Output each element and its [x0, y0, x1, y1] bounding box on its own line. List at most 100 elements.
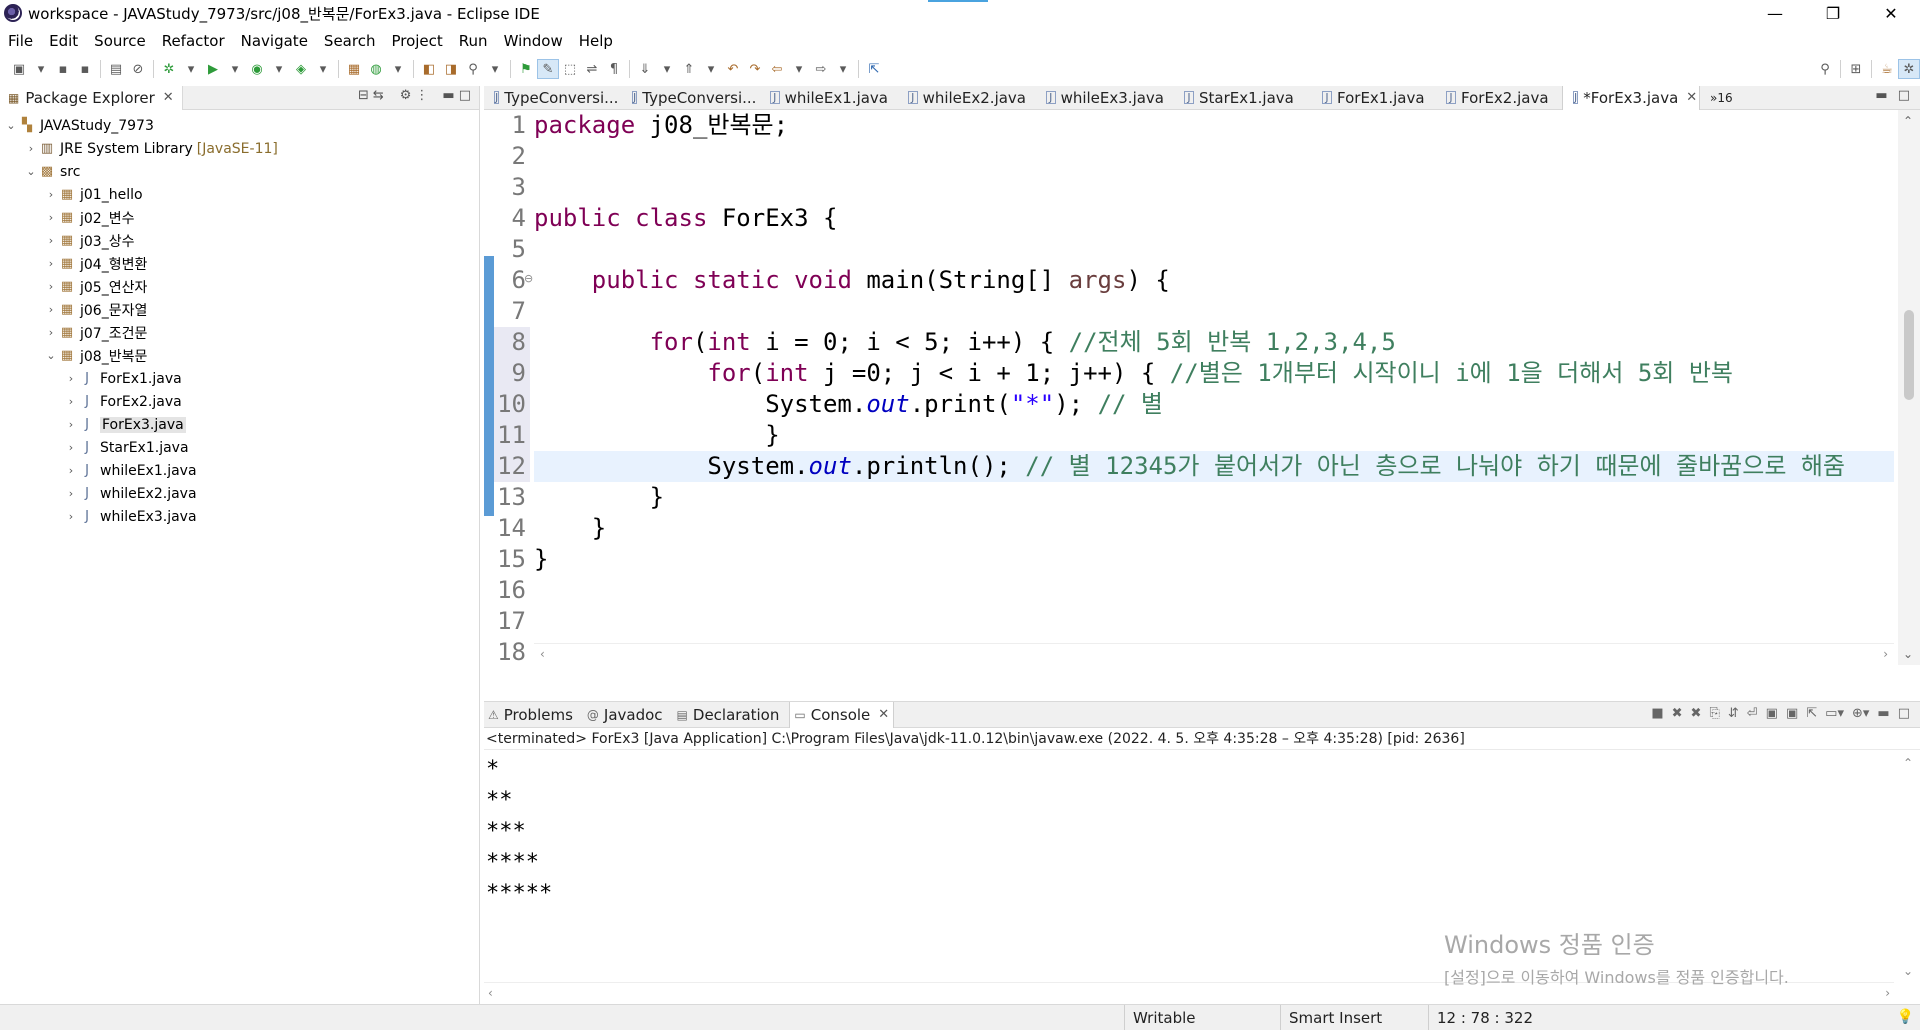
word-wrap-icon[interactable]: ⇌ [581, 59, 603, 79]
editor-tab[interactable]: JwhileEx1.java [760, 86, 898, 110]
code-line-5[interactable] [534, 234, 1894, 265]
run-icon[interactable]: ▶ [202, 59, 224, 79]
save-icon[interactable]: ▪ [52, 59, 74, 79]
close-icon[interactable]: ✕ [1686, 90, 1697, 105]
tree-package[interactable]: › ▦ j03_상수 [0, 229, 479, 252]
console-output[interactable]: * ** *** **** ***** [484, 750, 1920, 909]
code-line-13[interactable]: } [534, 482, 1894, 513]
block-selection-icon[interactable]: ⬚ [559, 59, 581, 79]
scroll-down-icon[interactable]: ⌄ [1903, 647, 1913, 661]
tree-file[interactable]: › J whileEx3.java [0, 505, 479, 528]
maximize-view-icon[interactable]: □ [1898, 88, 1910, 103]
tree-src[interactable]: ⌄ ▩ src [0, 160, 479, 183]
editor-tab[interactable]: J TypeConversi... [622, 86, 760, 110]
restore-button[interactable]: ❐ [1804, 0, 1862, 26]
menu-edit[interactable]: Edit [41, 32, 86, 50]
editor-vertical-scrollbar[interactable]: ⌃ ⌄ [1898, 110, 1920, 665]
chevron-right-icon[interactable]: › [44, 234, 58, 247]
search-icon[interactable]: ⚲ [1814, 59, 1836, 79]
search-tool-icon[interactable]: ⚲ [462, 59, 484, 79]
code-line-16[interactable] [534, 575, 1894, 606]
menu-window[interactable]: Window [496, 32, 571, 50]
editor-tab[interactable]: J TypeConversi... [484, 86, 622, 110]
code-line-14[interactable]: } [534, 513, 1894, 544]
editor-tab-active[interactable]: J *ForEx3.java ✕ [1562, 85, 1700, 110]
chevron-right-icon[interactable]: › [64, 372, 78, 385]
maximize-view-icon[interactable]: □ [1898, 706, 1910, 721]
menu-source[interactable]: Source [86, 32, 154, 50]
code-line-3[interactable] [534, 172, 1894, 203]
debug-perspective-icon[interactable]: ✲ [1898, 59, 1920, 79]
open-console-icon[interactable]: ⊕▾ [1852, 706, 1869, 721]
chevron-down-icon[interactable]: ⌄ [24, 165, 38, 178]
code-line-4[interactable]: public class ForEx3 { [534, 203, 1894, 234]
chevron-right-icon[interactable]: › [24, 142, 38, 155]
mark-occurrences-icon[interactable]: ✎ [537, 59, 559, 79]
scroll-left-icon[interactable]: ‹ [488, 986, 493, 1000]
menu-refactor[interactable]: Refactor [154, 32, 233, 50]
editor-tab[interactable]: J ForEx1.java [1312, 86, 1436, 110]
chevron-right-icon[interactable]: › [44, 303, 58, 316]
new-class-icon[interactable]: ◍ [365, 59, 387, 79]
chevron-right-icon[interactable]: › [64, 395, 78, 408]
chevron-down-icon[interactable]: ⌄ [44, 349, 58, 362]
remove-launch-icon[interactable]: ✖ [1672, 706, 1683, 721]
chevron-right-icon[interactable]: › [44, 188, 58, 201]
terminate-icon[interactable]: ■ [1651, 706, 1663, 721]
chevron-right-icon[interactable]: › [64, 441, 78, 454]
save-all-icon[interactable]: ▪ [74, 59, 96, 79]
collapse-all-icon[interactable]: ⊟ [358, 88, 369, 103]
run-dropdown-icon[interactable]: ▾ [224, 59, 246, 79]
open-task-icon[interactable]: ◨ [440, 59, 462, 79]
close-icon[interactable]: ✕ [163, 90, 174, 105]
skip-breakpoints-icon[interactable]: ⊘ [127, 59, 149, 79]
tree-file[interactable]: › J whileEx1.java [0, 459, 479, 482]
show-on-error-icon[interactable]: ▣ [1786, 706, 1798, 721]
debug-dropdown-icon[interactable]: ▾ [180, 59, 202, 79]
chevron-right-icon[interactable]: › [44, 326, 58, 339]
scroll-down-icon[interactable]: ⌄ [1903, 964, 1913, 978]
chevron-right-icon[interactable]: › [64, 418, 78, 431]
chevron-down-icon[interactable]: ⌄ [4, 119, 18, 132]
link-with-editor-icon[interactable]: ⇆ [373, 88, 384, 103]
editor-tab[interactable]: J ForEx2.java [1436, 86, 1562, 110]
code-line-12-current[interactable]: System.out.println(); // 별 12345가 붙어서가 아… [534, 451, 1894, 482]
remove-all-launches-icon[interactable]: ✖ [1691, 706, 1702, 721]
tree-file[interactable]: › J StarEx1.java [0, 436, 479, 459]
code-line-8[interactable]: for(int i = 0; i < 5; i++) { //전체 5회 반복 … [534, 327, 1894, 358]
code-lines[interactable]: package j08_반복문; public class ForEx3 { p… [534, 110, 1894, 668]
menu-navigate[interactable]: Navigate [233, 32, 316, 50]
code-line-15[interactable]: } [534, 544, 1894, 575]
display-console-icon[interactable]: ▭▾ [1825, 706, 1844, 721]
code-line-1[interactable]: package j08_반복문; [534, 110, 1894, 141]
menu-help[interactable]: Help [571, 32, 621, 50]
tab-declaration[interactable]: ▤ Declaration [673, 702, 784, 728]
debug-icon[interactable]: ✲ [158, 59, 180, 79]
editor-tab[interactable]: JwhileEx2.java [898, 86, 1036, 110]
tree-package[interactable]: ⌄ ▦ j08_반복문 [0, 344, 479, 367]
scroll-right-icon[interactable]: › [1885, 986, 1890, 1000]
previous-annotation-icon[interactable]: ⇑ [678, 59, 700, 79]
forward-dropdown-icon[interactable]: ▾ [832, 59, 854, 79]
back-dropdown-icon[interactable]: ▾ [788, 59, 810, 79]
chevron-right-icon[interactable]: › [44, 211, 58, 224]
external-tools-dropdown-icon[interactable]: ▾ [312, 59, 334, 79]
minimize-button[interactable]: — [1746, 0, 1804, 26]
terminal-icon[interactable]: ▤ [105, 59, 127, 79]
editor-tab[interactable]: J StarEx1.java [1174, 86, 1312, 110]
scroll-left-icon[interactable]: ‹ [540, 647, 545, 661]
pin-console-icon[interactable]: ⇱ [1806, 706, 1817, 721]
next-annotation-dropdown-icon[interactable]: ▾ [656, 59, 678, 79]
minimize-view-icon[interactable]: ▬ [1875, 88, 1887, 103]
pin-editor-icon[interactable]: ⇱ [863, 59, 885, 79]
open-type-icon[interactable]: ◧ [418, 59, 440, 79]
tree-file-selected[interactable]: › J ForEx3.java [0, 413, 479, 436]
tree-package[interactable]: › ▦ j04_형변환 [0, 252, 479, 275]
code-line-11[interactable]: } [534, 420, 1894, 451]
tree-package[interactable]: › ▦ j01_hello [0, 183, 479, 206]
minimize-view-icon[interactable]: ▬ [442, 88, 454, 103]
status-cursor-position[interactable]: 12 : 78 : 322 [1428, 1005, 1568, 1030]
forward-edit-icon[interactable]: ↷ [744, 59, 766, 79]
clear-console-icon[interactable]: ⎘ [1709, 706, 1719, 721]
more-tabs-button[interactable]: »16 [1700, 86, 1740, 110]
